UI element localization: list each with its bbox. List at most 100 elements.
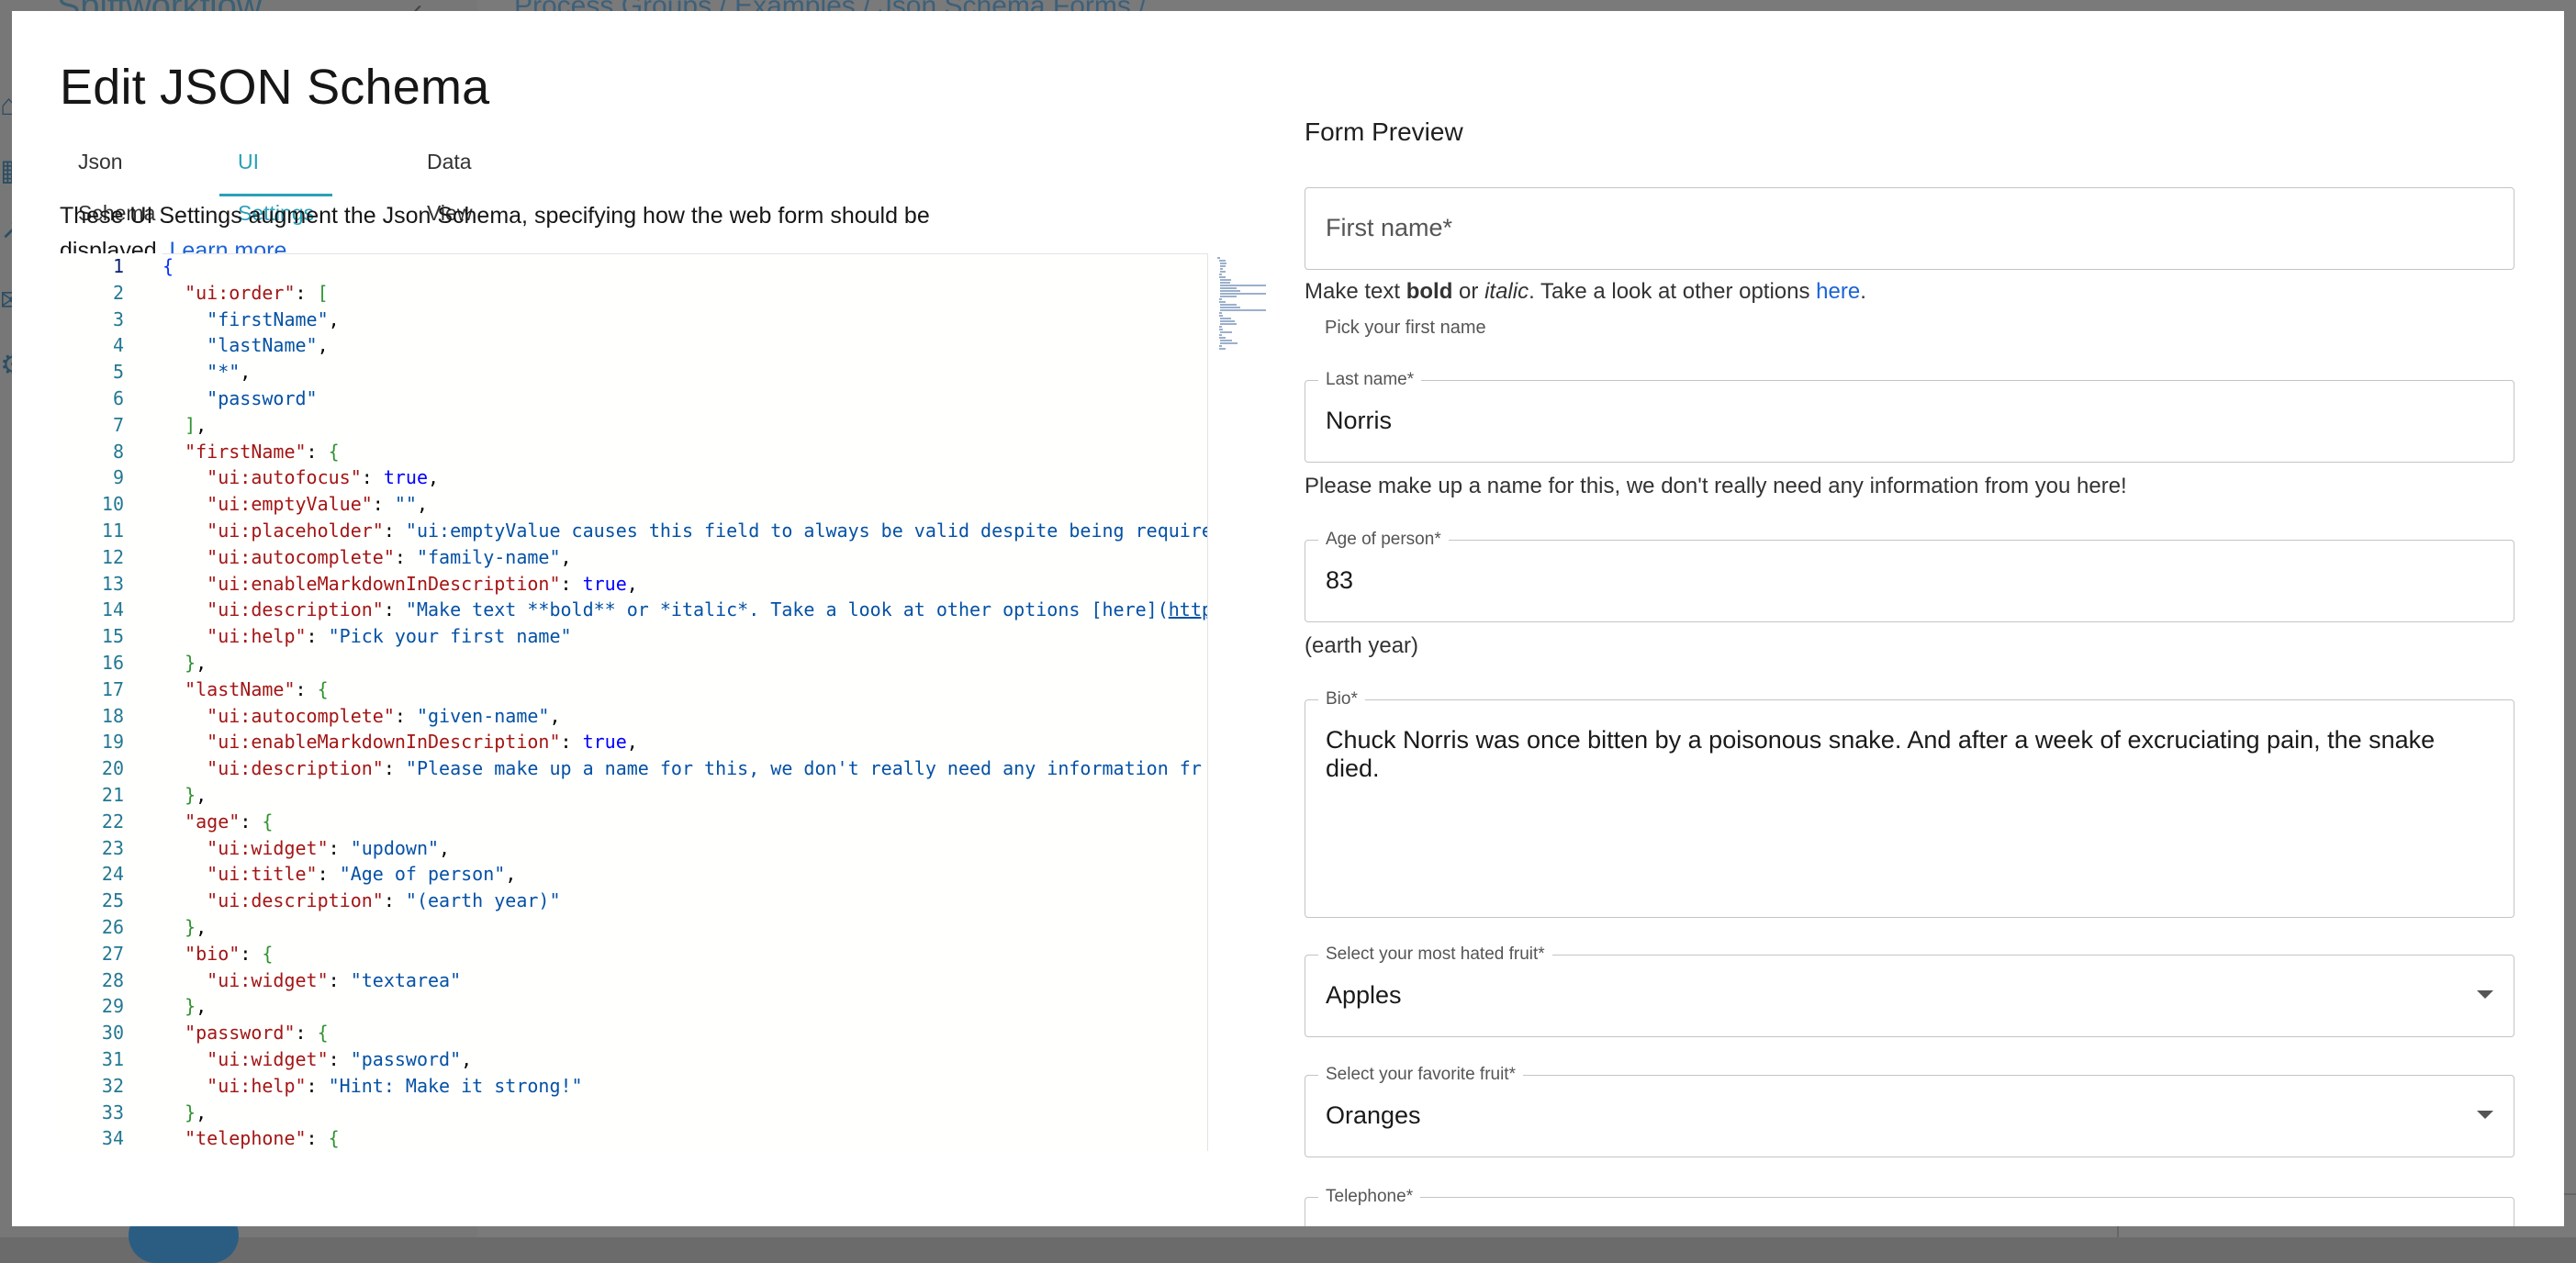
last-name-description: Please make up a name for this, we don't… (1305, 474, 2127, 498)
minimap-line (1220, 340, 1233, 341)
minimap-line (1218, 260, 1226, 262)
code-line[interactable]: "password" (162, 386, 1207, 412)
line-number: 19 (101, 731, 124, 754)
minimap-line (1220, 318, 1232, 319)
first-name-field[interactable]: First name* (1305, 187, 2514, 270)
here-link[interactable]: here (1816, 279, 1860, 304)
bio-textarea[interactable]: Bio* Chuck Norris was once bitten by a p… (1305, 689, 2514, 918)
first-name-label: First name* (1326, 214, 1452, 242)
code-line[interactable]: "ui:widget": "updown", (162, 835, 1207, 862)
code-line[interactable]: "ui:help": "Pick your first name" (162, 623, 1207, 650)
telephone-label-text: Telephone (1326, 1187, 1406, 1206)
chevron-down-icon[interactable] (2477, 990, 2493, 999)
desc-bold: bold (1406, 279, 1453, 304)
bio-value: Chuck Norris was once bitten by a poison… (1326, 726, 2436, 782)
code-line[interactable]: "age": { (162, 809, 1207, 835)
code-line[interactable]: "ui:enableMarkdownInDescription": true, (162, 571, 1207, 598)
code-line[interactable]: "*", (162, 359, 1207, 386)
code-line[interactable]: "password": { (162, 1020, 1207, 1046)
line-number: 29 (101, 995, 124, 1018)
code-editor[interactable]: 1 2 3 4 5 6 7 8 9 10 11 12 13 14 15 16 17 18 19 20 21 22 23 24 2… (60, 253, 1268, 1151)
age-description: (earth year) (1305, 633, 1419, 658)
desc-text: or (1452, 279, 1485, 304)
code-line[interactable]: "ui:widget": "textarea" (162, 967, 1207, 994)
code-line[interactable]: "lastName", (162, 332, 1207, 359)
desc-text: . (1860, 279, 1866, 304)
line-number: 12 (101, 545, 124, 568)
favorite-fruit-value: Oranges (1326, 1101, 1421, 1129)
code-line[interactable]: "telephone": { (162, 1125, 1207, 1151)
code-line[interactable]: "ui:widget": "password", (162, 1046, 1207, 1073)
tab-json-schema[interactable]: Json Schema (60, 136, 174, 225)
code-line[interactable]: "ui:help": "Hint: Make it strong!" (162, 1073, 1207, 1100)
favorite-fruit-select[interactable]: Select your favorite fruit* Oranges (1305, 1065, 2514, 1157)
code-line[interactable]: "bio": { (162, 941, 1207, 967)
minimap-line (1218, 326, 1222, 328)
code-line[interactable]: "ui:description": "Make text **bold** or… (162, 597, 1207, 623)
code-line[interactable]: ], (162, 412, 1207, 439)
line-number: 10 (101, 493, 124, 516)
minimap-line (1220, 268, 1224, 270)
required-mark: * (1434, 530, 1441, 549)
code-line[interactable]: "ui:description": "Please make up a name… (162, 755, 1207, 782)
last-name-field[interactable]: Last name* Norris (1305, 370, 2514, 463)
edit-json-schema-modal: Edit JSON Schema Json Schema UI Settings… (12, 11, 2564, 1226)
line-number: 22 (101, 810, 124, 833)
code-line[interactable]: { (162, 253, 1207, 280)
code-line[interactable]: }, (162, 782, 1207, 809)
first-name-description: Make text bold or italic. Take a look at… (1305, 279, 1866, 305)
code-line[interactable]: "ui:description": "(earth year)" (162, 888, 1207, 914)
code-line[interactable]: "ui:autofocus": true, (162, 464, 1207, 491)
last-name-label: Last name* (1318, 370, 1422, 390)
line-number: 11 (101, 519, 124, 542)
line-number: 33 (101, 1101, 124, 1123)
code-area[interactable]: { "ui:order": [ "firstName", "lastName",… (162, 253, 1207, 1151)
age-field[interactable]: Age of person* 83 (1305, 530, 2514, 622)
form-preview: Form Preview First name* Make text bold … (1305, 11, 2535, 1226)
minimap-line (1218, 345, 1222, 347)
code-line[interactable]: }, (162, 650, 1207, 676)
code-line[interactable]: }, (162, 1100, 1207, 1126)
minimap[interactable] (1207, 253, 1268, 1151)
code-line[interactable]: "ui:placeholder": "ui:emptyValue causes … (162, 518, 1207, 544)
code-line[interactable]: "firstName": { (162, 439, 1207, 465)
first-name-label-text: First name (1326, 214, 1443, 241)
line-number: 23 (101, 836, 124, 859)
minimap-line (1218, 337, 1226, 339)
tab-data-view[interactable]: Data View (409, 136, 490, 225)
required-mark: * (1406, 370, 1415, 389)
telephone-label: Telephone* (1318, 1187, 1421, 1207)
modal-title: Edit JSON Schema (60, 60, 490, 115)
code-line[interactable]: "ui:emptyValue": "", (162, 491, 1207, 518)
line-number: 26 (101, 915, 124, 938)
minimap-line (1220, 323, 1237, 325)
minimap-line (1220, 296, 1238, 297)
code-line[interactable]: }, (162, 914, 1207, 941)
line-number: 31 (101, 1047, 124, 1070)
code-line[interactable]: "lastName": { (162, 676, 1207, 703)
line-number: 25 (101, 889, 124, 912)
chevron-down-icon[interactable] (2477, 1111, 2493, 1119)
line-number: 27 (101, 942, 124, 965)
line-number: 32 (101, 1074, 124, 1097)
minimap-line (1217, 257, 1220, 259)
line-number: 8 (112, 440, 124, 463)
code-line[interactable]: "ui:title": "Age of person", (162, 861, 1207, 888)
minimap-line (1218, 276, 1226, 278)
minimap-line (1218, 315, 1223, 317)
code-line[interactable]: "firstName", (162, 307, 1207, 333)
minimap-line (1220, 331, 1232, 333)
tab-ui-settings[interactable]: UI Settings (219, 136, 333, 225)
minimap-line (1218, 312, 1222, 314)
line-number: 24 (101, 863, 124, 886)
code-line[interactable]: }, (162, 993, 1207, 1020)
code-line[interactable]: "ui:enableMarkdownInDescription": true, (162, 729, 1207, 755)
code-line[interactable]: "ui:autocomplete": "family-name", (162, 544, 1207, 571)
code-line[interactable]: "ui:order": [ (162, 280, 1207, 307)
hated-fruit-select[interactable]: Select your most hated fruit* Apples (1305, 944, 2514, 1037)
minimap-line (1220, 304, 1237, 306)
favorite-fruit-label-text: Select your favorite fruit (1326, 1065, 1509, 1084)
telephone-field[interactable]: Telephone* (1305, 1187, 2514, 1226)
line-number: 16 (101, 651, 124, 674)
code-line[interactable]: "ui:autocomplete": "given-name", (162, 703, 1207, 730)
